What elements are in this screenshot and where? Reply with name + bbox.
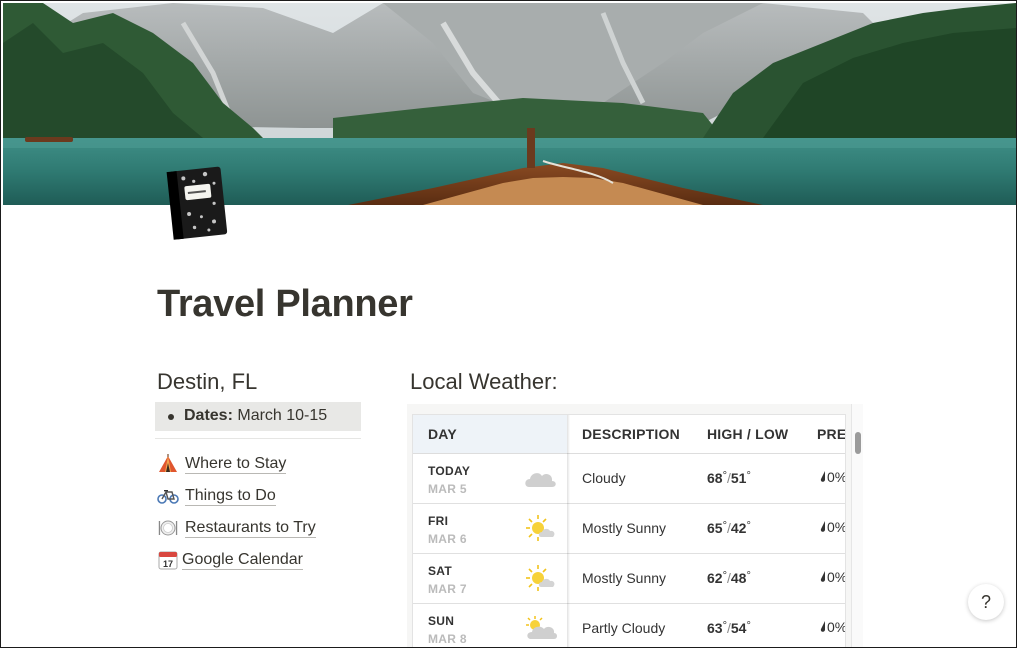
weather-heading: Local Weather: [410,369,558,394]
page-frame: Travel Planner Destin, FL Dates: March 1… [0,0,1017,648]
bicycle-icon [157,485,179,507]
weather-table: DAY DESCRIPTION HIGH / LOW PRE TODAY MAR… [412,414,846,647]
page-title: Travel Planner [157,283,413,325]
weather-embed[interactable]: DAY DESCRIPTION HIGH / LOW PRE TODAY MAR… [407,404,863,647]
weather-row: FRI MAR 6 Mostly Sunny 65°/42° 0% [413,504,845,554]
trip-dates-item[interactable]: Dates: March 10-15 [155,402,361,431]
mostly-sunny-icon [523,513,557,543]
weather-row: SAT MAR 7 Mostly Sunny 62°/48° 0% [413,554,845,604]
day-name: FRI [428,514,449,528]
column-header-high-low: HIGH / LOW [707,426,789,442]
high-low: 65°/42° [707,520,751,536]
column-header-description: DESCRIPTION [582,426,680,442]
link-where-to-stay[interactable]: Where to Stay [157,452,287,476]
link-google-calendar[interactable]: 17 Google Calendar [157,548,303,572]
day-column-shadow [567,415,570,647]
high-low: 62°/48° [707,570,751,586]
trip-dates-text: Dates: March 10-15 [184,407,327,425]
precipitation: 0% [819,519,845,535]
lake-landscape-image [3,3,1016,205]
weather-scrollbar[interactable] [851,404,863,647]
weather-description: Mostly Sunny [582,570,667,586]
raindrop-icon [820,571,825,582]
day-name: SAT [428,564,453,578]
day-date: MAR 7 [428,582,467,596]
bullet-icon [168,414,174,420]
help-button[interactable]: ? [968,584,1004,620]
column-header-precip: PRE [817,426,846,442]
link-label: Things to Do [185,486,276,506]
column-header-day: DAY [413,415,567,453]
cover-image[interactable] [3,3,1016,205]
raindrop-icon [820,471,825,482]
day-date: MAR 5 [428,482,467,496]
day-name: TODAY [428,464,471,478]
mostly-sunny-icon [523,563,557,593]
link-restaurants-to-try[interactable]: Restaurants to Try [157,516,316,540]
weather-description: Partly Cloudy [582,620,666,636]
link-label: Where to Stay [185,454,287,474]
calendar-day-text: 17 [163,559,173,569]
link-label: Google Calendar [182,550,303,570]
dates-label: Dates: [184,407,233,424]
day-date: MAR 6 [428,532,467,546]
link-things-to-do[interactable]: Things to Do [157,484,276,508]
dates-value: March 10-15 [237,407,328,424]
precipitation: 0% [819,569,845,585]
divider [155,438,361,439]
cloudy-icon [523,463,557,493]
notebook-icon[interactable] [164,165,230,241]
calendar-icon: 17 [157,549,179,571]
high-low: 68°/51° [707,470,751,486]
trip-city-heading: Destin, FL [157,369,258,394]
precipitation: 0% [819,469,845,485]
raindrop-icon [820,621,825,632]
weather-description: Cloudy [582,470,626,486]
weather-row: TODAY MAR 5 Cloudy 68°/51° 0% [413,454,845,504]
precipitation: 0% [819,619,845,635]
link-label: Restaurants to Try [185,518,316,538]
weather-description: Mostly Sunny [582,520,667,536]
plate-cutlery-icon [157,517,179,539]
raindrop-icon [820,521,825,532]
day-date: MAR 8 [428,632,467,646]
camping-tent-icon [157,453,179,475]
weather-row: SUN MAR 8 Partly Cloudy 63°/54° 0% [413,604,845,647]
high-low: 63°/54° [707,620,751,636]
scrollbar-thumb[interactable] [855,432,861,454]
day-name: SUN [428,614,455,628]
partly-cloudy-icon [523,613,557,643]
